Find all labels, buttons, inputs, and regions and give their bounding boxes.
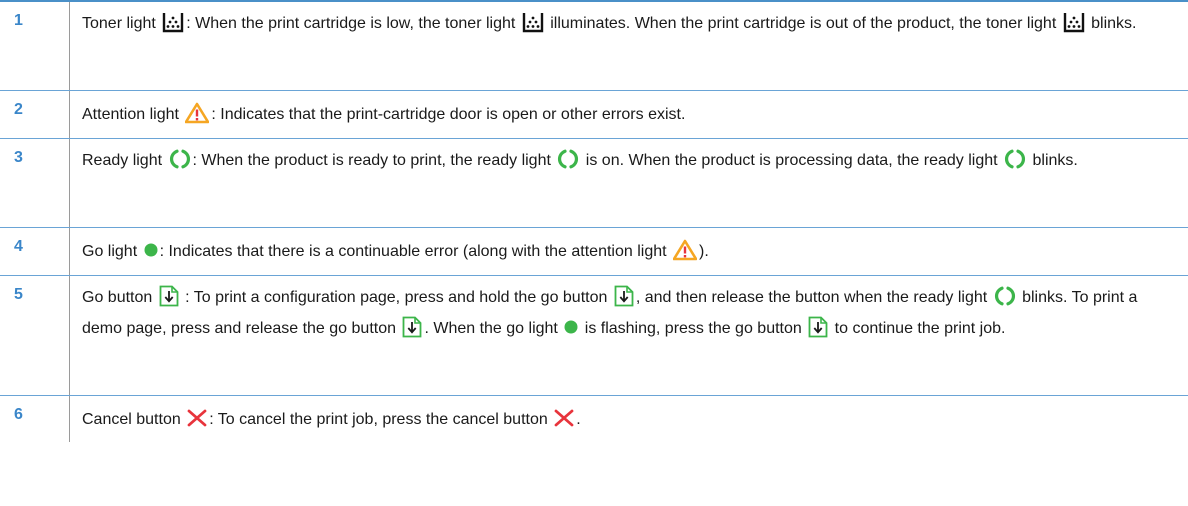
ready-icon [994, 285, 1016, 307]
toner-icon [162, 11, 184, 33]
description-text: is flashing, press the go button [580, 320, 807, 337]
go-light-icon [564, 320, 578, 334]
row-description: Go light : Indicates that there is a con… [70, 228, 1188, 275]
description-text: Toner light [82, 15, 161, 32]
row-number: 4 [0, 228, 70, 275]
description-text: , and then release the button when the r… [635, 289, 992, 306]
description-text: : To cancel the print job, press the can… [209, 411, 553, 428]
row-number: 2 [0, 91, 70, 138]
description-text: ). [699, 243, 709, 260]
description-text: : Indicates that the print-cartridge doo… [211, 106, 686, 123]
description-text: Go light [82, 243, 142, 260]
description-text: : When the print cartridge is low, the t… [186, 15, 520, 32]
toner-icon [522, 11, 544, 33]
ready-icon [557, 148, 579, 170]
description-text: Go button [82, 289, 157, 306]
description-text: . [576, 411, 581, 428]
ready-icon [1004, 148, 1026, 170]
go-light-icon [144, 243, 158, 257]
row-description: Go button : To print a configuration pag… [70, 276, 1188, 395]
row-number: 1 [0, 2, 70, 90]
description-text: Ready light [82, 152, 167, 169]
attention-icon [673, 239, 698, 261]
table-row: 2 Attention light : Indicates that the p… [0, 91, 1188, 139]
description-text: to continue the print job. [830, 320, 1006, 337]
row-description: Attention light : Indicates that the pri… [70, 91, 1188, 138]
row-number: 3 [0, 139, 70, 227]
toner-icon [1063, 11, 1085, 33]
description-text: illuminates. When the print cartridge is… [545, 15, 1061, 32]
description-text: is on. When the product is processing da… [581, 152, 1003, 169]
go-button-icon [808, 316, 828, 338]
table-row: 5 Go button : To print a configuration p… [0, 276, 1188, 396]
row-description: Toner light : When the print cartridge i… [70, 2, 1188, 90]
row-number: 6 [0, 396, 70, 442]
table-row: 6 Cancel button : To cancel the print jo… [0, 396, 1188, 442]
description-text: . When the go light [424, 320, 563, 337]
description-text: : Indicates that there is a continuable … [159, 243, 672, 260]
table-row: 3 Ready light : When the product is read… [0, 139, 1188, 228]
description-text: blinks. [1028, 152, 1078, 169]
go-button-icon [402, 316, 422, 338]
control-panel-table: 1 Toner light : When the print cartridge… [0, 0, 1188, 442]
table-row: 1 Toner light : When the print cartridge… [0, 2, 1188, 91]
description-text: blinks. [1086, 15, 1137, 32]
cancel-icon [187, 409, 207, 427]
ready-icon [169, 148, 191, 170]
table-row: 4 Go light : Indicates that there is a c… [0, 228, 1188, 276]
row-number: 5 [0, 276, 70, 395]
attention-icon [185, 102, 210, 124]
row-description: Ready light : When the product is ready … [70, 139, 1188, 227]
description-text: Cancel button [82, 411, 186, 428]
description-text: : To print a configuration page, press a… [180, 289, 612, 306]
go-button-icon [614, 285, 634, 307]
description-text: : When the product is ready to print, th… [192, 152, 556, 169]
description-text: Attention light [82, 106, 184, 123]
cancel-icon [554, 409, 574, 427]
row-description: Cancel button : To cancel the print job,… [70, 396, 1188, 442]
go-button-icon [159, 285, 179, 307]
